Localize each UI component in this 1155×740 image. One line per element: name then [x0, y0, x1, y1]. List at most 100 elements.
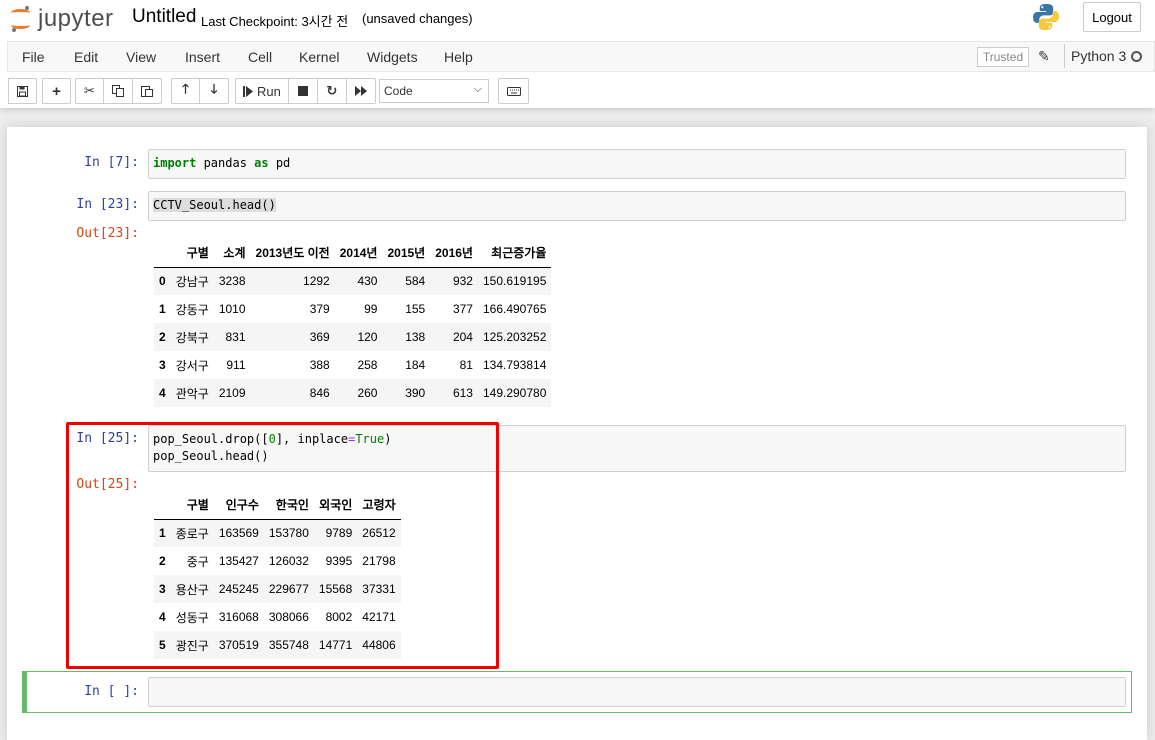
pencil-icon[interactable]: ✎ [1038, 48, 1050, 65]
trusted-indicator[interactable]: Trusted [977, 47, 1029, 67]
restart-run-all-button[interactable] [346, 78, 376, 104]
cell-4-code-editor[interactable] [148, 677, 1126, 707]
stop-icon [297, 86, 308, 96]
table-cell: 138 [405, 330, 426, 344]
table-cell: 99 [364, 302, 378, 316]
table-cell: 강남구 [175, 274, 209, 289]
move-down-button[interactable]: 🡓 [200, 78, 229, 104]
cut-button[interactable]: ✂ [75, 78, 104, 104]
table-cell: 613 [452, 386, 473, 400]
menu-edit[interactable]: Edit [74, 49, 98, 65]
cctv-dataframe: 구별 소계 2013년도 이전 2014년 2015년 2016년 최근증가율 0 강남구 32… [154, 239, 552, 407]
menu-insert[interactable]: Insert [185, 49, 220, 65]
cell-1-input-prompt: In [7]: [84, 155, 139, 170]
table-row: 1 강동구 1010 379 99 155 377 166.490765 [154, 295, 551, 323]
table-cell: 204 [452, 330, 473, 344]
plus-icon: + [52, 82, 61, 100]
column-header: 2013년도 이전 [250, 239, 335, 268]
table-cell: 932 [452, 274, 473, 289]
code-token: as [254, 156, 269, 170]
menu-cell[interactable]: Cell [248, 49, 272, 65]
cell-type-value: Code [384, 84, 413, 98]
table-cell: 258 [357, 358, 378, 372]
column-header: 2015년 [382, 239, 431, 268]
menu-widgets[interactable]: Widgets [367, 49, 418, 65]
table-cell: 2109 [218, 386, 246, 400]
menu-view[interactable]: View [126, 49, 156, 65]
table-cell: 911 [226, 358, 246, 372]
table-cell: 150.619195 [482, 274, 547, 289]
row-index: 0 [159, 274, 166, 289]
run-button[interactable]: Run [235, 78, 289, 104]
interrupt-button[interactable] [288, 78, 318, 104]
step-forward-icon [243, 85, 253, 97]
menu-file[interactable]: File [22, 49, 45, 65]
arrow-up-icon: 🡑 [182, 81, 189, 96]
menu-kernel[interactable]: Kernel [299, 49, 339, 65]
table-cell: 846 [309, 386, 330, 400]
save-button[interactable] [8, 78, 37, 104]
notebook-container: In [7]: import pandas as pd In [23]: CCT… [7, 127, 1147, 740]
menu-help[interactable]: Help [444, 49, 473, 65]
column-header: 구별 [170, 239, 214, 268]
row-index: 3 [159, 358, 166, 372]
command-palette-button[interactable] [498, 78, 529, 104]
table-cell: 1010 [218, 302, 246, 316]
keyboard-icon [506, 86, 521, 96]
table-cell: 831 [225, 330, 246, 344]
code-token: pandas [196, 156, 255, 170]
logout-button[interactable]: Logout [1083, 2, 1141, 32]
red-highlight-box [66, 422, 499, 669]
copy-icon [112, 85, 124, 97]
autosave-status: (unsaved changes) [362, 11, 473, 26]
table-cell: 430 [357, 274, 378, 289]
table-cell: 369 [309, 330, 330, 344]
column-header: 소계 [213, 239, 251, 268]
insert-cell-button[interactable]: + [42, 78, 71, 104]
cell-type-select[interactable]: Code ⌵ [379, 79, 489, 103]
chevron-down-icon: ⌵ [473, 83, 482, 95]
kernel-name[interactable]: Python 3 [1064, 44, 1126, 68]
logo-text: jupyter [38, 5, 114, 32]
code-line: CCTV_Seoul.head() [153, 198, 276, 212]
table-cell: 166.490765 [482, 302, 547, 316]
table-cell: 584 [405, 274, 426, 289]
restart-button[interactable]: ↻ [317, 78, 347, 104]
table-row: 2 강북구 831 369 120 138 204 125.203252 [154, 323, 552, 351]
table-cell: 1292 [303, 274, 330, 289]
menubar: File Edit View Insert Cell Kernel Widget… [7, 41, 1155, 72]
table-cell: 149.290780 [482, 386, 547, 400]
jupyter-logo[interactable]: jupyter [10, 4, 114, 34]
table-cell: 184 [405, 358, 426, 372]
table-row: 0 강남구 3238 1292 430 584 932 150.619195 [154, 267, 552, 295]
notebook-header: jupyter Untitled Last Checkpoint: 3시간 전 … [0, 0, 1155, 108]
copy-button[interactable] [104, 78, 133, 104]
paste-button[interactable] [133, 78, 162, 104]
cell-2-code-editor[interactable]: CCTV_Seoul.head() [148, 191, 1126, 221]
table-cell: 3238 [218, 274, 246, 289]
kernel-idle-icon [1131, 51, 1142, 62]
table-row: 4 관악구 2109 846 260 390 613 149.290780 [154, 379, 552, 407]
restart-icon: ↻ [326, 83, 338, 98]
code-token: import [153, 156, 197, 170]
column-header [154, 239, 171, 268]
fast-forward-icon [354, 86, 367, 96]
table-cell: 120 [357, 330, 378, 344]
table-cell: 390 [405, 386, 426, 400]
table-cell: 강서구 [175, 358, 209, 373]
cell-1-code-editor[interactable]: import pandas as pd [148, 149, 1126, 179]
row-index: 2 [159, 330, 166, 344]
move-up-button[interactable]: 🡑 [171, 78, 200, 104]
table-cell: 81 [459, 358, 473, 372]
save-icon [17, 85, 28, 97]
table-cell: 강북구 [175, 330, 209, 345]
notebook-title[interactable]: Untitled [132, 6, 196, 28]
table-cell: 388 [309, 358, 330, 372]
table-cell: 377 [452, 302, 473, 316]
table-cell: 260 [357, 386, 378, 400]
cut-icon: ✂ [84, 83, 95, 98]
table-cell: 134.793814 [482, 358, 547, 372]
checkpoint-status: Last Checkpoint: 3시간 전 [201, 14, 349, 29]
table-cell: 125.203252 [482, 330, 547, 344]
table-cell: 155 [405, 302, 426, 316]
